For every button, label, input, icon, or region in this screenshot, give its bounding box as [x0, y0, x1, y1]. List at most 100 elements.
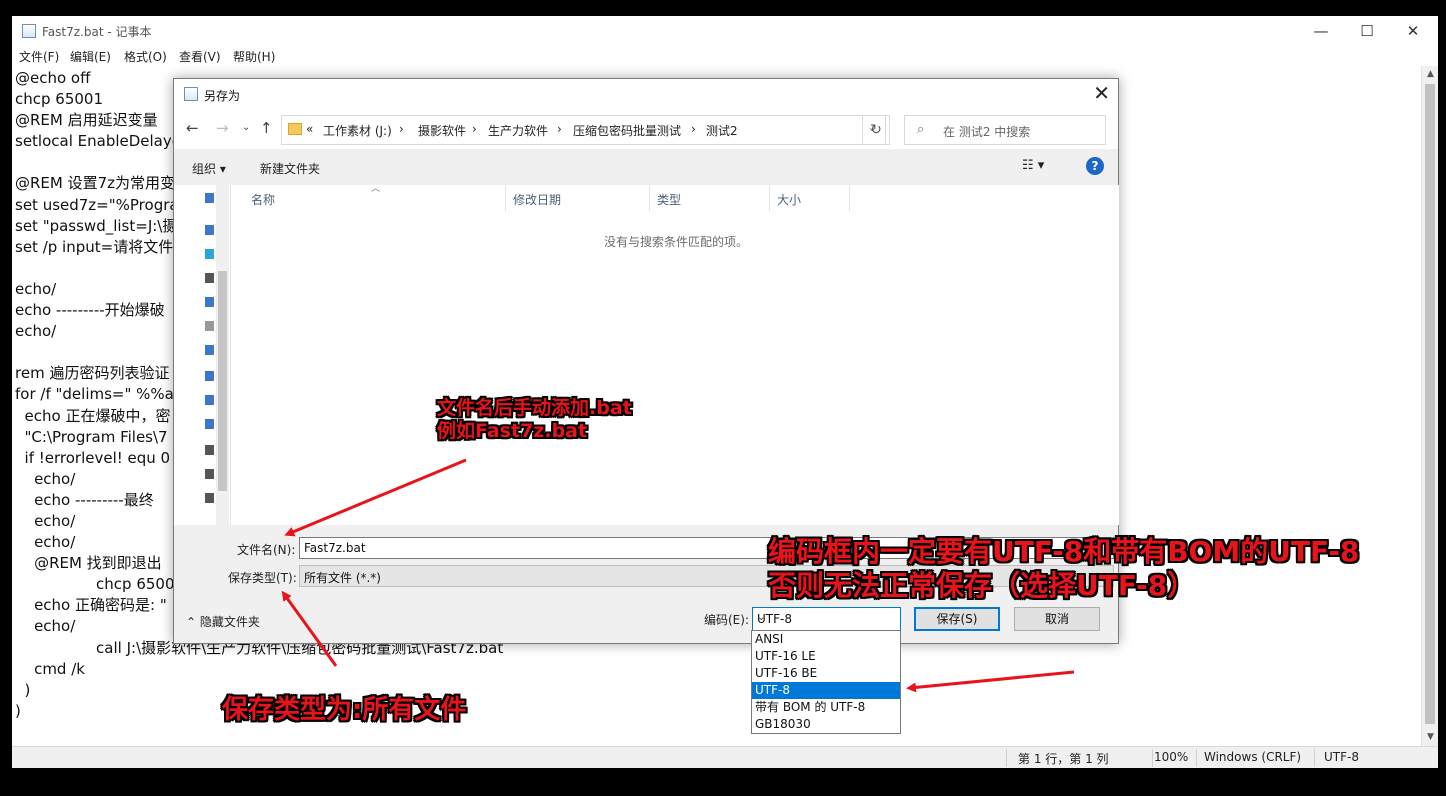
- column-divider: [649, 185, 650, 211]
- filename-label: 文件名(N):: [237, 543, 296, 557]
- search-box[interactable]: ⌕ 在 测试2 中搜索: [904, 115, 1106, 145]
- address-bar[interactable]: « 工作素材 (J:) › 摄影软件 › 生产力软件 › 压缩包密码批量测试 ›…: [281, 115, 886, 145]
- menu-view[interactable]: 查看(V): [179, 48, 221, 65]
- menu-edit[interactable]: 编辑(E): [70, 48, 111, 65]
- encoding-option[interactable]: UTF-16 LE: [752, 648, 900, 665]
- refresh-icon[interactable]: ↻: [862, 115, 890, 145]
- nav-item-icon[interactable]: [205, 419, 214, 429]
- help-icon[interactable]: ?: [1086, 157, 1104, 175]
- scroll-down-icon[interactable]: ▼: [1422, 729, 1439, 746]
- encoding-select[interactable]: UTF-8 ⌄: [752, 607, 901, 631]
- up-arrow-icon[interactable]: ↑: [260, 119, 273, 137]
- save-button[interactable]: 保存(S): [914, 607, 1000, 631]
- nav-item-icon[interactable]: [205, 297, 214, 307]
- encoding-dropdown-list[interactable]: ANSI UTF-16 LE UTF-16 BE UTF-8 带有 BOM 的 UTF-…: [751, 630, 901, 734]
- hide-folders-label: 隐藏文件夹: [199, 615, 260, 629]
- annotation-encoding-line1: 编码框内一定要有UTF-8和带有BOM的UTF-8: [768, 535, 1360, 568]
- breadcrumb-sep: ›: [691, 122, 696, 136]
- dialog-navbar: ← → ⌄ ↑ « 工作素材 (J:) › 摄影软件 › 生产力软件 › 压缩包…: [174, 109, 1118, 149]
- breadcrumb-photo[interactable]: 摄影软件: [418, 122, 466, 139]
- breadcrumb-overflow[interactable]: «: [306, 122, 313, 136]
- column-type[interactable]: 类型: [657, 191, 681, 208]
- column-divider: [849, 185, 850, 211]
- sort-caret-icon: ︿: [371, 184, 381, 194]
- breadcrumb-sep: ›: [472, 122, 477, 136]
- forward-arrow-icon[interactable]: →: [216, 119, 229, 137]
- minimize-icon[interactable]: —: [1298, 16, 1344, 46]
- breadcrumb-productivity[interactable]: 生产力软件: [488, 122, 548, 139]
- dialog-titlebar: 另存为 ✕: [174, 79, 1118, 109]
- cancel-button[interactable]: 取消: [1014, 607, 1100, 631]
- encoding-label: 编码(E):: [704, 613, 749, 627]
- chevron-down-icon: ⌄: [757, 612, 766, 623]
- nav-item-icon[interactable]: [205, 445, 214, 455]
- dialog-toolbar: 组织 ▾ 新建文件夹 ☷ ▾ ?: [174, 149, 1118, 185]
- status-divider: [1006, 749, 1007, 767]
- breadcrumb-sep: ›: [557, 122, 562, 136]
- column-name[interactable]: 名称: [251, 191, 275, 208]
- notepad-title: Fast7z.bat - 记事本: [42, 25, 152, 39]
- column-divider: [505, 185, 506, 211]
- nav-pane-scrollbar[interactable]: [216, 185, 229, 525]
- breadcrumb-sep: ›: [399, 122, 404, 136]
- file-list[interactable]: ︿ 名称 修改日期 类型 大小 没有与搜索条件匹配的项。: [231, 184, 1119, 525]
- encoding-option[interactable]: UTF-16 BE: [752, 665, 900, 682]
- scroll-up-icon[interactable]: ▲: [1422, 66, 1439, 83]
- filename-value: Fast7z.bat: [304, 541, 366, 555]
- dialog-title: 另存为: [204, 89, 241, 103]
- navigation-pane[interactable]: [174, 185, 231, 525]
- menu-help[interactable]: 帮助(H): [233, 48, 275, 65]
- notepad-titlebar: Fast7z.bat - 记事本 — ☐ ✕: [12, 16, 1438, 46]
- annotation-filename: 文件名后手动添加.bat 例如Fast7z.bat: [437, 397, 632, 443]
- breadcrumb-drive[interactable]: 工作素材 (J:): [323, 122, 392, 139]
- organize-button[interactable]: 组织 ▾: [192, 160, 226, 177]
- column-modified[interactable]: 修改日期: [513, 191, 561, 208]
- view-options-icon[interactable]: ☷ ▾: [1022, 158, 1044, 173]
- empty-message: 没有与搜索条件匹配的项。: [604, 235, 749, 249]
- nav-item-icon[interactable]: [205, 469, 214, 479]
- status-position: 第 1 行，第 1 列: [1018, 752, 1109, 766]
- status-zoom: 100%: [1154, 750, 1189, 764]
- annotation-encoding: 编码框内一定要有UTF-8和带有BOM的UTF-8 否则无法正常保存（选择UTF…: [768, 535, 1359, 603]
- nav-item-icon[interactable]: [205, 321, 214, 331]
- dialog-close-icon[interactable]: ✕: [1093, 81, 1110, 105]
- annotation-filename-line2: 例如Fast7z.bat: [437, 420, 588, 442]
- nav-item-icon[interactable]: [205, 193, 214, 203]
- breadcrumb-current[interactable]: 测试2: [706, 122, 738, 139]
- notepad-menubar: 文件(F) 编辑(E) 格式(O) 查看(V) 帮助(H): [12, 46, 1438, 66]
- nav-item-icon[interactable]: [205, 371, 214, 381]
- horizontal-scrollbar[interactable]: [174, 525, 1118, 533]
- encoding-option[interactable]: GB18030: [752, 716, 900, 733]
- notepad-statusbar: 第 1 行，第 1 列 100% Windows (CRLF) UTF-8: [12, 746, 1438, 768]
- nav-item-icon[interactable]: [205, 273, 214, 283]
- dialog-app-icon: [184, 87, 198, 101]
- notepad-vertical-scrollbar[interactable]: ▲ ▼: [1421, 66, 1438, 746]
- annotation-filename-line1: 文件名后手动添加.bat: [437, 397, 632, 419]
- column-size[interactable]: 大小: [777, 191, 801, 208]
- nav-item-icon[interactable]: [205, 249, 214, 259]
- recent-dropdown-icon[interactable]: ⌄: [242, 122, 250, 133]
- encoding-option[interactable]: ANSI: [752, 631, 900, 648]
- hide-folders-toggle[interactable]: ⌃ 隐藏文件夹: [186, 613, 260, 630]
- menu-file[interactable]: 文件(F): [19, 48, 59, 65]
- status-divider: [1314, 749, 1315, 767]
- encoding-option[interactable]: UTF-8: [752, 682, 900, 699]
- annotation-encoding-line2: 否则无法正常保存（选择UTF-8）: [768, 569, 1196, 602]
- breadcrumb-test-batch[interactable]: 压缩包密码批量测试: [573, 122, 681, 139]
- nav-item-icon[interactable]: [205, 493, 214, 503]
- status-divider: [1196, 749, 1197, 767]
- search-icon: ⌕: [917, 122, 925, 137]
- nav-item-icon[interactable]: [205, 395, 214, 405]
- menu-format[interactable]: 格式(O): [124, 48, 167, 65]
- new-folder-button[interactable]: 新建文件夹: [260, 160, 320, 177]
- scroll-thumb[interactable]: [218, 271, 227, 491]
- nav-item-icon[interactable]: [205, 225, 214, 235]
- filetype-label: 保存类型(T):: [228, 571, 297, 585]
- encoding-option[interactable]: 带有 BOM 的 UTF-8: [752, 699, 900, 716]
- column-divider: [769, 185, 770, 211]
- scroll-thumb[interactable]: [1425, 84, 1435, 724]
- close-icon[interactable]: ✕: [1390, 16, 1436, 46]
- maximize-icon[interactable]: ☐: [1344, 16, 1390, 46]
- back-arrow-icon[interactable]: ←: [186, 119, 199, 137]
- nav-item-icon[interactable]: [205, 345, 214, 355]
